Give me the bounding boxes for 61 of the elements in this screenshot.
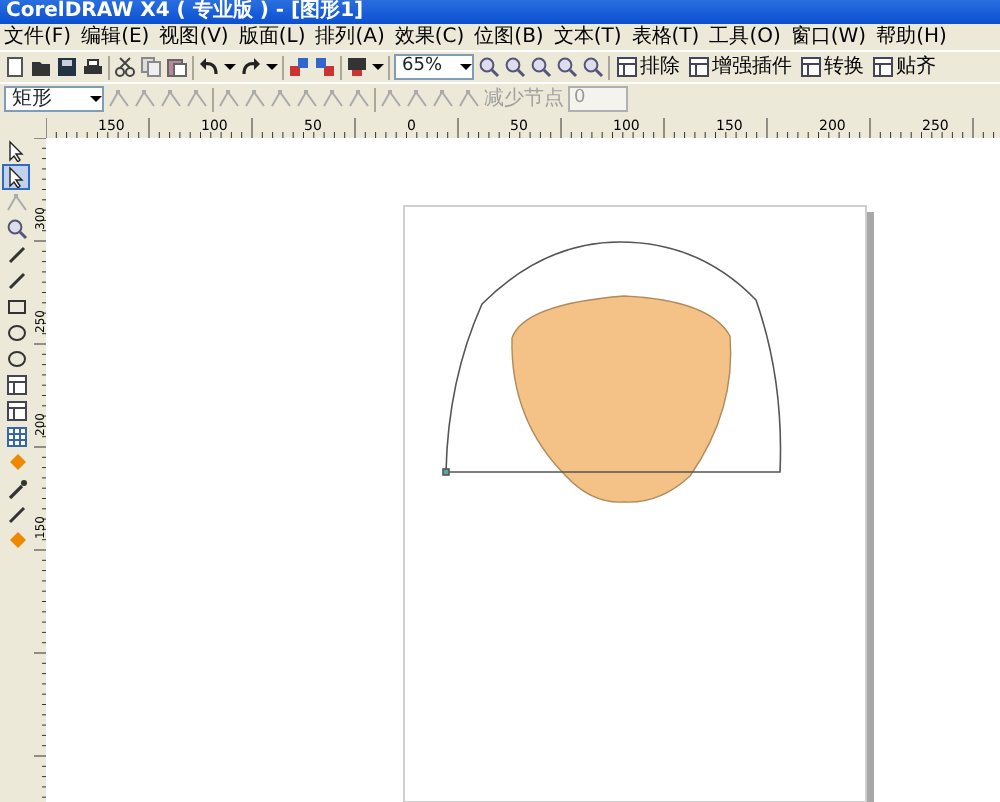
menu-item[interactable]: 位图(B) <box>470 25 548 49</box>
paste-icon[interactable] <box>166 56 188 78</box>
menu-item[interactable]: 表格(T) <box>627 25 704 49</box>
node-icon[interactable] <box>160 88 182 110</box>
menu-item[interactable]: 视图(V) <box>155 25 233 49</box>
tool-button[interactable] <box>2 294 30 320</box>
menu-item[interactable]: 排列(A) <box>311 25 389 49</box>
window-icon <box>800 56 822 78</box>
zoom-icon[interactable] <box>582 56 604 78</box>
node-icon[interactable] <box>348 88 370 110</box>
tool-button[interactable] <box>2 346 30 372</box>
zoom-icon[interactable] <box>478 56 500 78</box>
tool-button[interactable] <box>2 398 30 424</box>
node-icon[interactable] <box>218 88 240 110</box>
toolbar-button[interactable]: 转换 <box>798 55 866 79</box>
folder-icon[interactable] <box>30 56 52 78</box>
window-icon <box>872 56 894 78</box>
toolbar-button[interactable]: 增强插件 <box>686 55 794 79</box>
caret-icon[interactable] <box>90 96 102 102</box>
caret-icon[interactable] <box>460 64 472 70</box>
window-icon <box>616 56 638 78</box>
caret-icon[interactable] <box>224 64 236 70</box>
zoom-icon[interactable] <box>504 56 526 78</box>
scissors-icon[interactable] <box>114 56 136 78</box>
node-icon[interactable] <box>322 88 344 110</box>
menu-item[interactable]: 版面(L) <box>234 25 310 49</box>
redo-icon[interactable] <box>240 56 262 78</box>
menu-item[interactable]: 效果(C) <box>390 25 469 49</box>
node-icon[interactable] <box>244 88 266 110</box>
node-icon[interactable] <box>432 88 454 110</box>
node-icon[interactable] <box>134 88 156 110</box>
menu-item[interactable]: 文本(T) <box>549 25 626 49</box>
window-icon <box>688 56 710 78</box>
document-icon[interactable] <box>4 56 26 78</box>
tool-button[interactable] <box>2 372 30 398</box>
object-type-dropdown[interactable]: 矩形 <box>4 86 104 112</box>
menu-item[interactable]: 帮助(H) <box>872 25 951 49</box>
node-icon[interactable] <box>296 88 318 110</box>
toolbar-button[interactable]: 贴齐 <box>870 55 938 79</box>
zoom-icon[interactable] <box>530 56 552 78</box>
menu-item[interactable]: 编辑(E) <box>77 25 154 49</box>
zoom-dropdown[interactable]: 65% <box>394 54 474 80</box>
node-icon[interactable] <box>108 88 130 110</box>
node-icon[interactable] <box>380 88 402 110</box>
node-icon[interactable] <box>458 88 480 110</box>
import-icon[interactable] <box>288 56 310 78</box>
menu-item[interactable]: 工具(O) <box>705 25 785 49</box>
node-icon[interactable] <box>270 88 292 110</box>
monitor-icon[interactable] <box>346 56 368 78</box>
printer-icon[interactable] <box>82 56 104 78</box>
node-reduce-label: 减少节点 <box>484 85 564 114</box>
undo-icon[interactable] <box>198 56 220 78</box>
zoom-icon[interactable] <box>556 56 578 78</box>
tool-button[interactable] <box>2 164 30 190</box>
toolbar-button[interactable]: 排除 <box>614 55 682 79</box>
node-icon[interactable] <box>186 88 208 110</box>
menu-item[interactable]: 文件(F) <box>0 25 76 49</box>
tool-button[interactable] <box>2 320 30 346</box>
export-icon[interactable] <box>314 56 336 78</box>
node-icon[interactable] <box>406 88 428 110</box>
menu-item[interactable]: 窗口(W) <box>786 25 871 49</box>
